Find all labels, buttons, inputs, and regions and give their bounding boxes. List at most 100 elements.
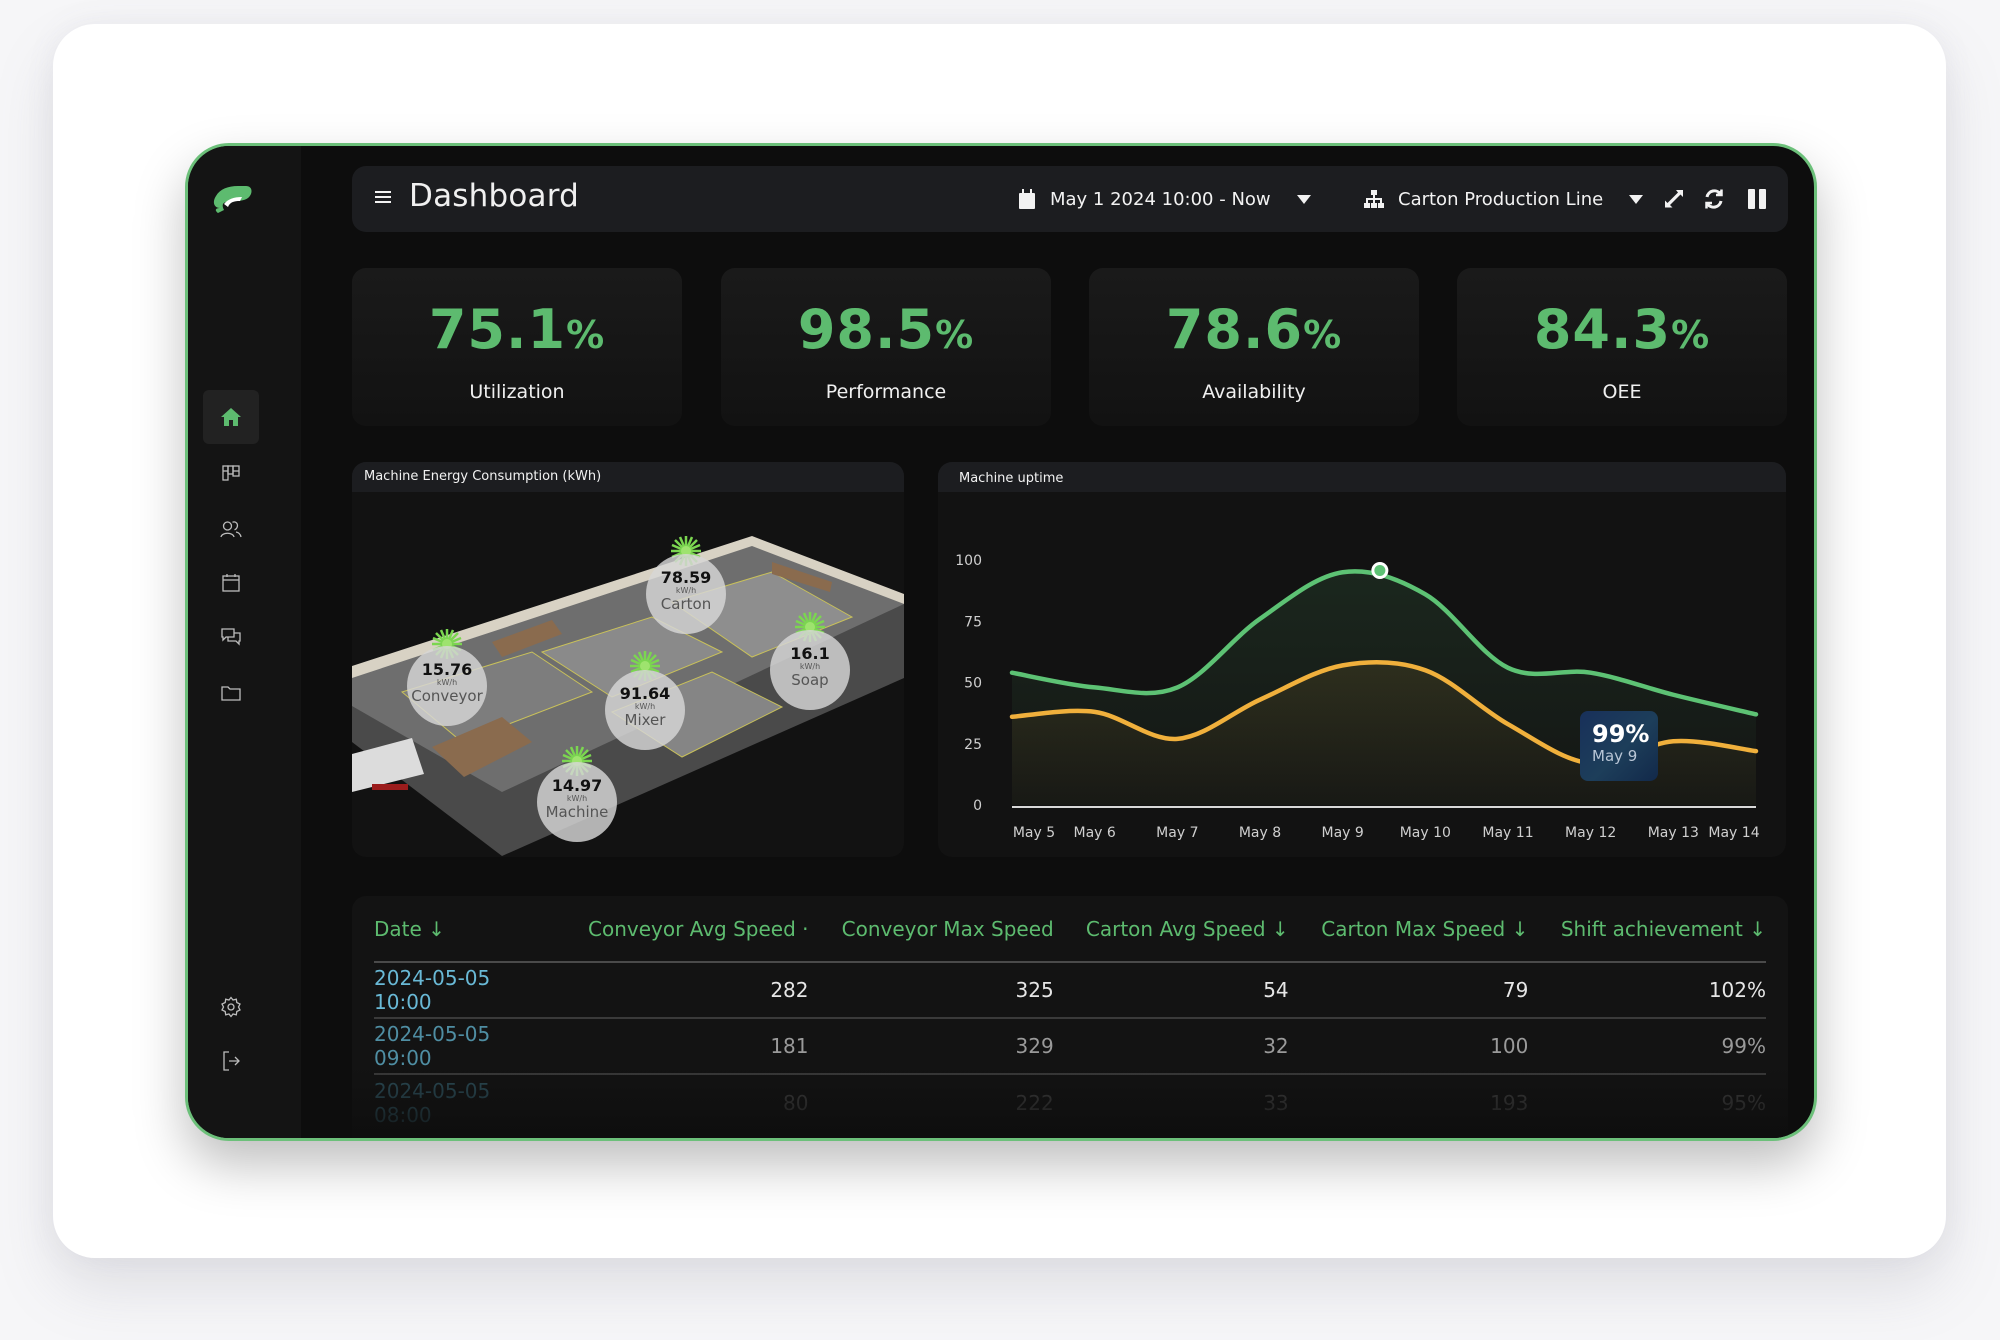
column-header-shift-achievement[interactable]: Shift achievement ↓	[1528, 896, 1766, 963]
machine-bubble-mixer[interactable]: 91.64 kW/h Mixer	[605, 670, 685, 750]
calendar-icon	[222, 574, 240, 592]
panel-title: Machine Energy Consumption (kWh)	[352, 462, 904, 492]
speed-table-card: Date ↓ Conveyor Avg Speed · Conveyor Max…	[352, 896, 1788, 1138]
sidebar-item-home[interactable]	[203, 390, 259, 444]
refresh-icon[interactable]	[1702, 187, 1726, 211]
cell-carton-avg: 33	[1263, 1090, 1289, 1115]
cell-conveyor-avg: 282	[554, 962, 809, 1019]
cell-shift-achievement: 99%	[1528, 1018, 1766, 1075]
cell-conveyor-avg: 80	[783, 1090, 809, 1115]
kpi-value: 78.6%	[1165, 298, 1343, 361]
board-icon	[222, 465, 240, 481]
machine-bubble-machine[interactable]: 14.97 kW/h Machine	[537, 762, 617, 842]
y-tick-label: 25	[964, 737, 982, 753]
tooltip-value: 99%	[1592, 720, 1650, 748]
cell-date[interactable]: 2024-05-05 10:00	[374, 962, 554, 1019]
kpi-card-performance: 98.5% Performance	[721, 268, 1051, 426]
kpi-card-oee: 84.3% OEE	[1457, 268, 1787, 426]
column-header-conveyor-avg[interactable]: Conveyor Avg Speed ·	[554, 896, 809, 963]
cell-carton-max: 100	[1288, 1018, 1529, 1075]
cell-carton-max: 79	[1288, 962, 1529, 1019]
column-header-conveyor-max[interactable]: Conveyor Max Speed	[808, 896, 1054, 963]
table-header-row: Date ↓ Conveyor Avg Speed · Conveyor Max…	[374, 896, 1766, 963]
top-header: Dashboard May 1 2024 10:00 - Now Carton …	[352, 166, 1788, 232]
highlight-point	[1371, 561, 1389, 579]
x-tick-label: May 10	[1400, 825, 1451, 841]
panel-title: Machine uptime	[959, 471, 1063, 486]
pause-icon[interactable]	[1745, 187, 1769, 211]
chevron-down-icon	[1296, 194, 1311, 204]
x-tick-label: May 11	[1482, 825, 1533, 841]
sidebar-item-calendar[interactable]	[203, 556, 259, 610]
cell-conveyor-avg: 181	[554, 1018, 809, 1075]
cell-conveyor-max: 329	[808, 1018, 1054, 1075]
energy-consumption-panel: Machine Energy Consumption (kWh) 78.59 k…	[352, 462, 904, 857]
kpi-card-availability: 78.6% Availability	[1089, 268, 1419, 426]
kpi-value: 84.3%	[1533, 298, 1711, 361]
x-tick-label: May 6	[1074, 825, 1116, 841]
page-title: Dashboard	[409, 178, 579, 214]
column-header-carton-max[interactable]: Carton Max Speed ↓	[1288, 896, 1529, 963]
y-tick-label: 0	[973, 798, 982, 814]
kpi-value: 75.1%	[428, 298, 606, 361]
panel-title-bar	[938, 462, 1786, 492]
cell-shift-achievement: 102%	[1528, 962, 1766, 1019]
tooltip-label: May 9	[1592, 747, 1638, 765]
chart-tooltip: 99% May 9	[1580, 711, 1658, 781]
x-tick-label: May 7	[1156, 825, 1198, 841]
hierarchy-icon	[1364, 190, 1384, 208]
table-row[interactable]: 2024-05-05 08:00 80 222 33 193 95%	[374, 1074, 1766, 1130]
column-header-carton-avg[interactable]: Carton Avg Speed ↓	[1053, 896, 1289, 963]
machine-bubble-soap[interactable]: 16.1 kW/h Soap	[770, 630, 850, 710]
y-tick-label: 50	[964, 676, 982, 692]
date-range-value: May 1 2024 10:00 - Now	[1050, 188, 1271, 210]
kpi-value: 98.5%	[797, 298, 975, 361]
table-row[interactable]: 2024-05-05 09:00 181 329 32 100 99%	[374, 1018, 1766, 1075]
cell-carton-avg: 54	[1053, 962, 1289, 1019]
cell-conveyor-max: 222	[1015, 1090, 1054, 1115]
kpi-label: Performance	[825, 381, 947, 403]
machine-bubble-carton[interactable]: 78.59 kW/h Carton	[646, 554, 726, 634]
sidebar	[188, 146, 301, 1138]
brand-logo-icon	[213, 186, 252, 213]
logout-icon	[223, 1051, 240, 1071]
table-row[interactable]: 2024-05-05 10:00 282 325 54 79 102%	[374, 962, 1766, 1019]
machine-bubble-conveyor[interactable]: 15.76 kW/h Conveyor	[407, 646, 487, 726]
production-line-value: Carton Production Line	[1398, 188, 1604, 210]
cell-date[interactable]: 2024-05-05 09:00	[374, 1018, 554, 1075]
x-tick-label: May 9	[1322, 825, 1364, 841]
machine-uptime-panel: Machine uptime 0 25 50 75 100 May 5 May 6 May 7…	[938, 462, 1786, 857]
speed-table: Date ↓ Conveyor Avg Speed · Conveyor Max…	[374, 896, 1766, 1130]
sidebar-item-users[interactable]	[203, 502, 259, 556]
sidebar-item-boards[interactable]	[203, 446, 259, 500]
kpi-label: OEE	[1602, 381, 1642, 403]
x-tick-label: May 13	[1648, 825, 1699, 841]
x-tick-label: May 5	[1013, 825, 1055, 841]
column-header-date[interactable]: Date ↓	[374, 896, 554, 963]
kpi-label: Availability	[1202, 381, 1306, 403]
gear-icon	[221, 996, 241, 1018]
cell-carton-avg: 32	[1053, 1018, 1289, 1075]
y-tick-label: 75	[964, 614, 982, 630]
home-icon	[221, 408, 241, 426]
app-window: Dashboard May 1 2024 10:00 - Now Carton …	[185, 143, 1817, 1141]
cell-shift-achievement: 95%	[1721, 1090, 1766, 1115]
kpi-label: Utilization	[469, 381, 565, 403]
users-icon	[220, 521, 242, 538]
sidebar-item-messages[interactable]	[203, 610, 259, 664]
production-line-select[interactable]: Carton Production Line	[1364, 166, 1644, 232]
chevron-down-icon	[1629, 194, 1644, 204]
uptime-chart: Machine uptime 0 25 50 75 100 May 5 May 6 May 7…	[938, 462, 1786, 841]
sidebar-item-files[interactable]	[203, 666, 259, 720]
sidebar-item-settings[interactable]	[203, 980, 259, 1034]
date-range-select[interactable]: May 1 2024 10:00 - Now	[1018, 166, 1311, 232]
cell-date[interactable]: 2024-05-05 08:00	[374, 1074, 554, 1130]
cell-conveyor-max: 325	[808, 962, 1054, 1019]
sidebar-item-logout[interactable]	[203, 1034, 259, 1088]
calendar-icon	[1019, 189, 1035, 209]
expand-icon[interactable]	[1662, 187, 1686, 211]
kpi-card-utilization: 75.1% Utilization	[352, 268, 682, 426]
x-tick-label: May 8	[1239, 825, 1281, 841]
hamburger-menu-icon[interactable]	[374, 188, 392, 206]
folder-icon	[221, 686, 241, 701]
